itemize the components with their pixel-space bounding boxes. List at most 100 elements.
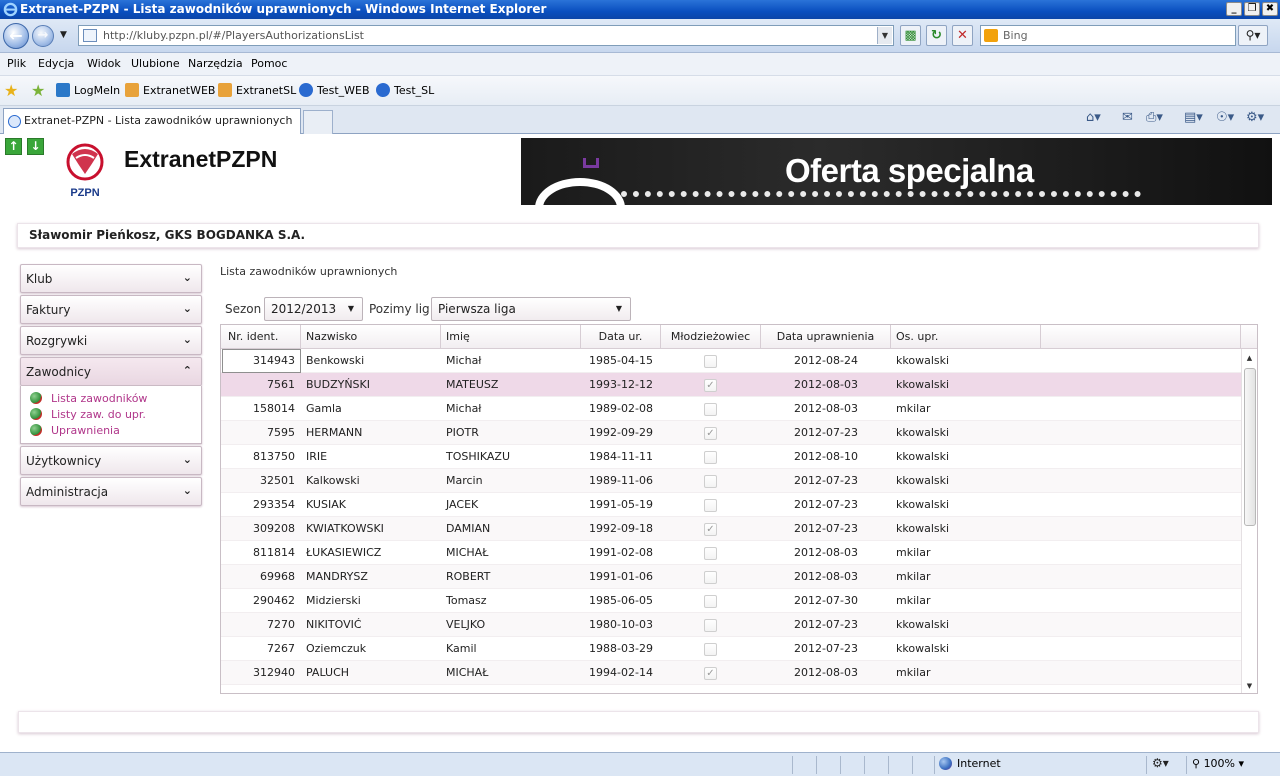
grid-scrollbar[interactable]: ▲ ▼ [1241,349,1257,693]
favorites-star-icon[interactable]: ★ [4,81,18,100]
youth-checkbox[interactable] [704,451,717,464]
scroll-up-arrow-icon[interactable]: ↑ [5,138,22,155]
column-header[interactable]: Os. upr. [891,325,1041,349]
table-row[interactable]: 32501 Kalkowski Marcin 1989-11-06 2012-07-23… [221,469,1241,493]
table-row[interactable]: 309208 KWIATKOWSKI DAMIAN 1992-09-18 ✓ 2012-0… [221,517,1241,541]
favorite-extranetsl[interactable]: ExtranetSL [218,83,296,97]
youth-checkbox[interactable] [704,595,717,608]
table-row[interactable]: 293354 KUSIAK JACEK 1991-05-19 2012-07-23 kko… [221,493,1241,517]
column-header[interactable]: Data uprawnienia [761,325,891,349]
new-tab-button[interactable] [303,110,333,134]
season-select[interactable]: 2012/2013 ▼ [264,297,363,321]
zoom-control[interactable]: ⚲ 100% ▾ [1192,757,1244,770]
menu-tools[interactable]: Narzędzia [188,57,243,70]
youth-checkbox[interactable] [704,355,717,368]
submenu-listy-zaw[interactable]: Listy zaw. do upr. [30,408,146,421]
sidebar-item-klub[interactable]: Klub ⌄ [20,264,202,293]
title-bar[interactable]: Extranet-PZPN - Lista zawodników uprawni… [0,0,1280,19]
table-cell: kkowalski [896,618,950,631]
scroll-down-icon[interactable]: ▼ [1242,679,1257,693]
youth-checkbox[interactable]: ✓ [704,667,717,680]
youth-checkbox[interactable] [704,619,717,632]
home-icon[interactable]: ⌂▾ [1086,110,1101,130]
back-button[interactable]: ← [3,23,29,49]
protected-mode-icon[interactable]: ⚙▾ [1152,756,1169,770]
table-row[interactable]: 314943 Benkowski Michał 1985-04-15 2012-08-2… [221,349,1241,373]
refresh-button[interactable]: ↻ [926,25,947,46]
browser-window: Extranet-PZPN - Lista zawodników uprawni… [0,0,1280,776]
security-zone: Internet [939,757,1001,770]
menu-view[interactable]: Widok [87,57,121,70]
menu-file[interactable]: Plik [7,57,26,70]
favorite-test-web[interactable]: Test_WEB [299,83,370,97]
table-cell: Marcin [446,474,483,487]
promo-banner[interactable]: Oferta specjalna [521,138,1272,205]
table-row[interactable]: 7595 HERMANN PIOTR 1992-09-29 ✓ 2012-07-23 kko… [221,421,1241,445]
tools-gear-icon[interactable]: ⚙▾ [1246,110,1264,130]
submenu-uprawnienia[interactable]: Uprawnienia [30,424,120,437]
youth-checkbox[interactable] [704,643,717,656]
youth-checkbox[interactable]: ✓ [704,523,717,536]
forward-button[interactable]: → [32,25,54,47]
column-header[interactable]: Młodzieżowiec [661,325,761,349]
address-bar[interactable]: http://kluby.pzpn.pl/#/PlayersAuthorizat… [78,25,894,46]
favorite-test-sl[interactable]: Test_SL [376,83,434,97]
table-row[interactable]: 813750 IRIE TOSHIKAZU 1984-11-11 2012-08-10 k… [221,445,1241,469]
table-row[interactable]: 7561 BUDZYŃSKI MATEUSZ 1993-12-12 ✓ 2012-08-0… [221,373,1241,397]
menu-favorites[interactable]: Ulubione [131,57,180,70]
page-menu-icon[interactable]: ▤▾ [1184,110,1203,130]
youth-checkbox[interactable] [704,475,717,488]
history-dropdown-icon[interactable]: ▼ [60,30,67,40]
youth-checkbox[interactable] [704,403,717,416]
sidebar-item-faktury[interactable]: Faktury ⌄ [20,295,202,324]
search-input[interactable]: Bing [980,25,1236,46]
youth-checkbox[interactable] [704,499,717,512]
column-header[interactable]: Nazwisko [301,325,441,349]
print-icon[interactable]: ⎙▾ [1146,110,1163,130]
table-cell: Oziemczuk [306,642,367,655]
sidebar-item-zawodnicy[interactable]: Zawodnicy ⌃ [20,357,202,386]
youth-checkbox[interactable] [704,571,717,584]
feeds-icon[interactable]: ✉ [1122,110,1133,130]
table-row[interactable]: 811814 ŁUKASIEWICZ MICHAŁ 1991-02-08 2012-08… [221,541,1241,565]
table-row[interactable]: 158014 Gamla Michał 1989-02-08 2012-08-03 mki… [221,397,1241,421]
submenu-lista-zawodnikow[interactable]: Lista zawodników [30,392,147,405]
level-select[interactable]: Pierwsza liga ▼ [431,297,631,321]
sidebar-item-administracja[interactable]: Administracja ⌄ [20,477,202,506]
column-header[interactable]: Nr. ident. [221,325,301,349]
table-cell: VELJKO [446,618,486,631]
tab-active[interactable]: Extranet-PZPN - Lista zawodników uprawni… [3,108,301,134]
stop-button[interactable]: ✕ [952,25,973,46]
table-row[interactable]: 7270 NIKITOVIĆ VELJKO 1980-10-03 2012-07-23 k… [221,613,1241,637]
youth-checkbox[interactable]: ✓ [704,379,717,392]
sidebar-item-uzytkownicy[interactable]: Użytkownicy ⌄ [20,446,202,475]
youth-checkbox[interactable] [704,547,717,560]
close-window-button[interactable]: ✖ [1262,2,1278,16]
maximize-button[interactable]: ❐ [1244,2,1260,16]
scroll-down-arrow-icon[interactable]: ↓ [27,138,44,155]
table-row[interactable]: 290462 Midzierski Tomasz 1985-06-05 2012-07-… [221,589,1241,613]
youth-checkbox[interactable]: ✓ [704,427,717,440]
column-header[interactable]: Data ur. [581,325,661,349]
scroll-up-icon[interactable]: ▲ [1242,351,1257,365]
menu-help[interactable]: Pomoc [251,57,287,70]
crown-icon [583,158,599,168]
sidebar-item-rozgrywki[interactable]: Rozgrywki ⌄ [20,326,202,355]
minimize-button[interactable]: _ [1226,2,1242,16]
menu-edit[interactable]: Edycja [38,57,74,70]
favorite-extranetweb[interactable]: ExtranetWEB [125,83,215,97]
compatibility-view-button[interactable]: ▩ [900,25,921,46]
table-row[interactable]: 7267 Oziemczuk Kamil 1988-03-29 2012-07-23 kk… [221,637,1241,661]
table-row[interactable]: 69968 MANDRYSZ ROBERT 1991-01-06 2012-08-03 m… [221,565,1241,589]
search-button[interactable]: ⚲▾ [1238,25,1268,46]
table-cell: 293354 [253,498,295,511]
table-row[interactable]: 312940 PALUCH MICHAŁ 1994-02-14 ✓ 2012-08-03 m… [221,661,1241,685]
ball-icon [30,392,42,404]
safety-icon[interactable]: ☉▾ [1216,110,1234,130]
add-favorite-icon[interactable]: ★ [31,81,45,100]
table-cell: Benkowski [306,354,365,367]
favorite-logmein[interactable]: LogMeIn [56,83,120,97]
address-dropdown-icon[interactable]: ▼ [877,27,892,44]
column-header[interactable]: Imię [441,325,581,349]
scroll-thumb[interactable] [1244,368,1256,526]
